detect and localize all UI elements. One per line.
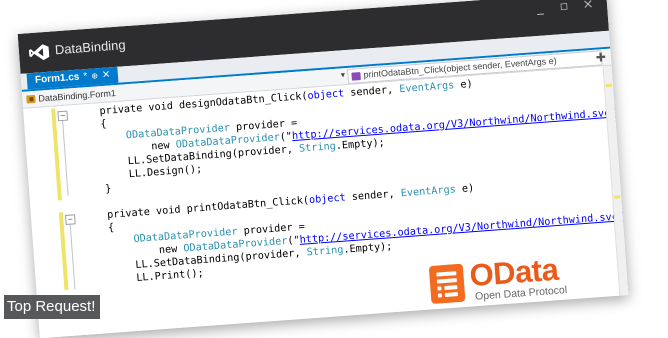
top-request-badge: Top Request! bbox=[4, 295, 101, 319]
change-indicator bbox=[51, 108, 62, 201]
fold-toggle-icon[interactable]: − bbox=[65, 214, 76, 226]
fold-toggle-icon[interactable]: − bbox=[57, 110, 69, 122]
odata-logo-icon bbox=[428, 263, 466, 305]
close-icon[interactable]: ✕ bbox=[101, 67, 111, 84]
change-marker bbox=[605, 83, 613, 88]
code-token: .Empty); bbox=[335, 137, 386, 152]
visual-studio-logo-icon bbox=[28, 44, 50, 61]
code-token: .Empty); bbox=[343, 241, 393, 256]
app-title: DataBinding bbox=[54, 37, 127, 58]
class-icon bbox=[26, 94, 36, 104]
code-token: } bbox=[104, 183, 112, 196]
code-token: (" bbox=[279, 131, 293, 144]
code-token: ", false); bbox=[623, 210, 629, 223]
code-token: (" bbox=[287, 234, 301, 247]
code-token: e) bbox=[455, 183, 475, 196]
modified-marker: * bbox=[83, 71, 88, 83]
change-marker bbox=[614, 195, 621, 199]
minimize-button[interactable]: _ bbox=[529, 0, 552, 18]
chevron-down-icon[interactable]: ▼ bbox=[339, 68, 347, 84]
fold-guide bbox=[62, 120, 69, 196]
code-token: object bbox=[307, 88, 345, 102]
pin-icon[interactable]: ⊕ bbox=[91, 68, 99, 84]
close-window-button[interactable]: × bbox=[576, 0, 599, 15]
split-editor-icon[interactable]: ✚ bbox=[594, 49, 607, 66]
fold-guide bbox=[69, 224, 76, 290]
code-token: { bbox=[107, 222, 115, 234]
tab-filename: Form1.cs bbox=[34, 71, 80, 86]
method-icon bbox=[351, 71, 361, 81]
code-token: ", false); bbox=[615, 106, 629, 119]
code-token: String bbox=[306, 244, 344, 259]
maximize-button[interactable]: ▫ bbox=[552, 0, 575, 17]
code-token: { bbox=[100, 118, 108, 131]
code-token: object bbox=[308, 192, 347, 207]
code-token: e) bbox=[453, 78, 474, 92]
code-token: String bbox=[298, 141, 337, 155]
